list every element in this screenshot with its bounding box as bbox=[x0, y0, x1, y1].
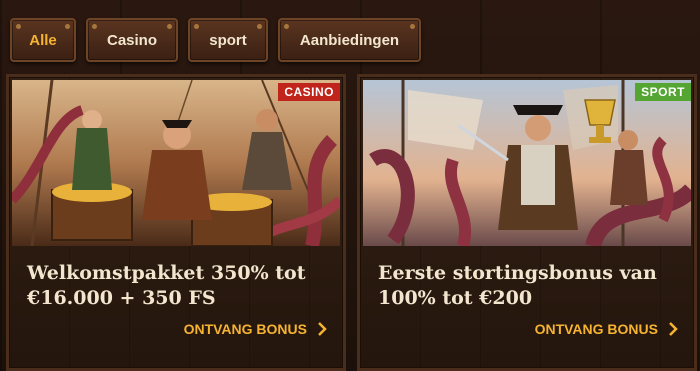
promo-card-sport[interactable]: SPORT Eerste stortingsbonus van 100% tot… bbox=[357, 74, 697, 371]
tab-alle[interactable]: Alle bbox=[10, 18, 76, 62]
claim-bonus-link[interactable]: ONTVANG BONUS bbox=[535, 321, 678, 337]
promo-title-line2: 100% tot €200 bbox=[378, 287, 533, 309]
chevron-right-icon bbox=[318, 322, 327, 336]
promo-title-line2: €16.000 + 350 FS bbox=[27, 287, 216, 309]
promo-title-line1: Eerste stortingsbonus van bbox=[378, 262, 657, 284]
tab-aanbiedingen[interactable]: Aanbiedingen bbox=[278, 18, 421, 62]
tab-casino[interactable]: Casino bbox=[86, 18, 178, 62]
cta-label: ONTVANG BONUS bbox=[183, 321, 307, 337]
promo-image-pirates: CASINO bbox=[12, 80, 340, 246]
promo-title: Welkomstpakket 350% tot €16.000 + 350 FS bbox=[27, 261, 337, 311]
claim-bonus-link[interactable]: ONTVANG BONUS bbox=[184, 321, 327, 337]
promo-card-casino[interactable]: CASINO Welkomstpakket 350% tot €16.000 +… bbox=[6, 74, 346, 371]
promo-title: Eerste stortingsbonus van 100% tot €200 bbox=[378, 261, 688, 311]
cta-label: ONTVANG BONUS bbox=[534, 321, 658, 337]
tab-sport[interactable]: sport bbox=[188, 18, 268, 62]
promo-title-line1: Welkomstpakket 350% tot bbox=[27, 262, 306, 284]
category-tabs: Alle Casino sport Aanbiedingen bbox=[10, 18, 421, 62]
chevron-right-icon bbox=[669, 322, 678, 336]
badge-casino: CASINO bbox=[278, 83, 340, 101]
promo-image-kraken: SPORT bbox=[363, 80, 691, 246]
badge-sport: SPORT bbox=[635, 83, 691, 101]
